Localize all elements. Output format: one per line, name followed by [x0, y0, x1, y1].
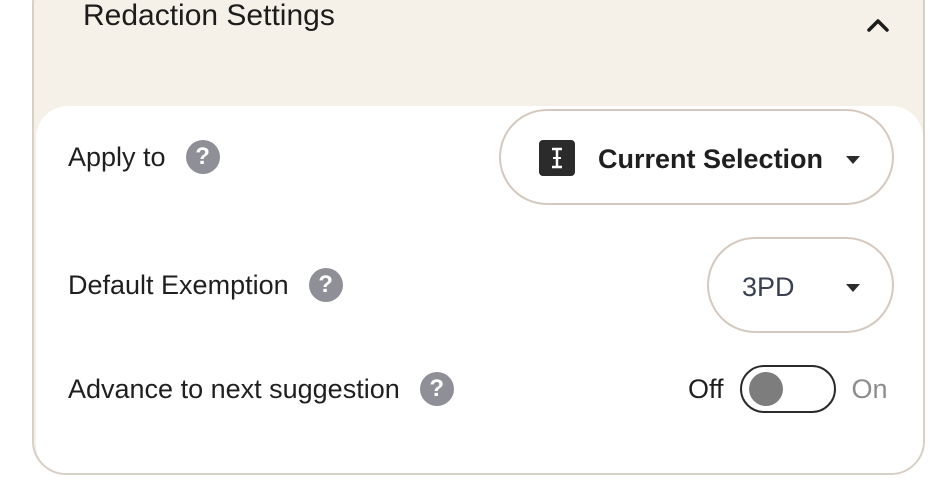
advance-toggle-group: Off On: [688, 365, 888, 413]
toggle-knob: [748, 372, 783, 406]
advance-row-label: Advance to next suggestion ?: [68, 372, 454, 406]
apply-to-value: Current Selection: [598, 144, 824, 174]
caret-down-icon: [846, 156, 860, 164]
apply-to-dropdown[interactable]: Current Selection: [499, 109, 894, 205]
toggle-off-label: Off: [688, 373, 724, 404]
panel-header[interactable]: Redaction Settings: [34, 0, 923, 78]
help-icon[interactable]: ?: [308, 268, 343, 302]
panel-title: Redaction Settings: [83, 0, 335, 32]
advance-label: Advance to next suggestion: [68, 373, 400, 404]
help-icon[interactable]: ?: [185, 140, 220, 174]
default-exemption-dropdown[interactable]: 3PD: [707, 237, 894, 333]
redaction-settings-panel: Redaction Settings Apply to ? Current Se…: [32, 0, 925, 475]
advance-toggle[interactable]: [739, 365, 836, 413]
apply-to-label: Apply to: [68, 141, 166, 172]
caret-down-icon: [846, 284, 860, 292]
default-exemption-row-label: Default Exemption ?: [68, 268, 343, 302]
default-exemption-value: 3PD: [742, 272, 795, 302]
chevron-up-icon[interactable]: [863, 10, 893, 40]
text-cursor-icon: [539, 140, 575, 176]
default-exemption-label: Default Exemption: [68, 269, 289, 300]
help-icon[interactable]: ?: [419, 372, 454, 406]
settings-body: Apply to ? Current Selection Default Exe…: [36, 106, 923, 473]
apply-to-row-label: Apply to ?: [68, 140, 220, 174]
toggle-on-label: On: [851, 373, 888, 404]
